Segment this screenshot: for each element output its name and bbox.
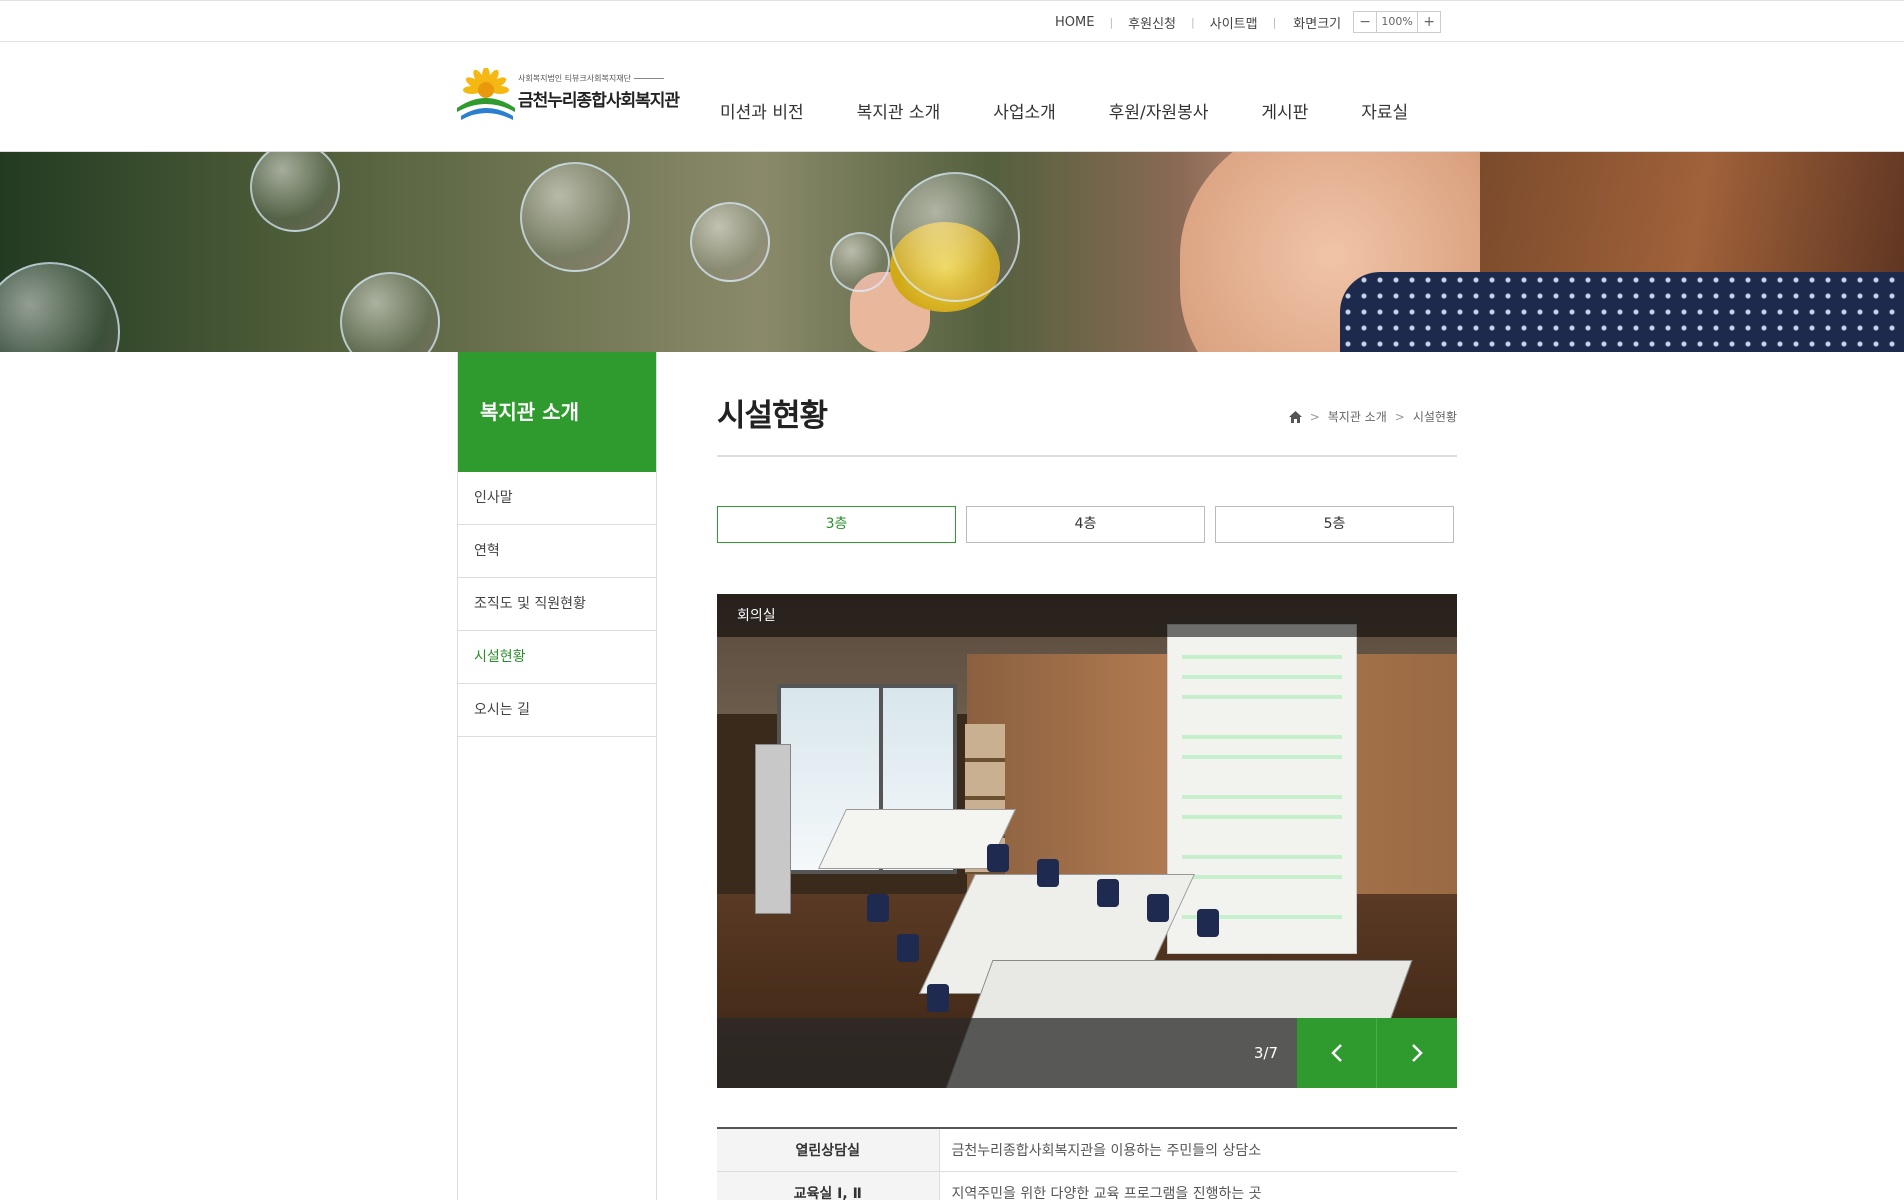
photo-chair xyxy=(927,984,949,1012)
utility-bar: HOME | 후원신청 | 사이트맵 | 화면크기 − 100% + xyxy=(0,0,1904,42)
banner-coat xyxy=(1340,272,1904,352)
photo-air-conditioner xyxy=(755,744,791,914)
breadcrumb: > 복지관 소개 > 시설현황 xyxy=(1288,408,1457,425)
nav-item-board[interactable]: 게시판 xyxy=(1261,98,1308,123)
hero-banner-image xyxy=(0,152,1904,352)
chevron-left-icon xyxy=(1330,1044,1342,1062)
gallery-controls: 3/7 xyxy=(717,1018,1457,1088)
facility-gallery: 회의실 3/7 xyxy=(717,594,1457,1088)
utility-links: HOME | 후원신청 | 사이트맵 | 화면크기 − 100% + xyxy=(1040,11,1442,33)
tab-floor-4[interactable]: 4층 xyxy=(966,506,1205,543)
breadcrumb-separator: > xyxy=(1309,409,1320,424)
photo-chair xyxy=(1037,859,1059,887)
sub-nav-item-organization[interactable]: 조직도 및 직원현황 xyxy=(458,578,656,631)
sub-nav-item-facilities[interactable]: 시설현황 xyxy=(458,631,656,684)
room-description: 지역주민을 위한 다양한 교육 프로그램을 진행하는 곳 xyxy=(939,1171,1457,1200)
bubble xyxy=(250,152,340,232)
photo-chair xyxy=(897,934,919,962)
photo-chair xyxy=(987,844,1009,872)
breadcrumb-current: 시설현황 xyxy=(1412,410,1457,424)
tab-floor-5[interactable]: 5층 xyxy=(1215,506,1454,543)
nav-item-archive[interactable]: 자료실 xyxy=(1361,98,1408,123)
bubble xyxy=(690,202,770,282)
gallery-counter: 3/7 xyxy=(1253,1044,1278,1062)
photo-chair xyxy=(1097,879,1119,907)
zoom-control: − 100% + xyxy=(1353,11,1442,33)
bubble xyxy=(890,172,1020,302)
sub-nav-item-greeting[interactable]: 인사말 xyxy=(458,472,656,525)
bubble xyxy=(830,232,890,292)
bubble xyxy=(0,262,120,352)
floor-tabs: 3층 4층 5층 xyxy=(717,506,1464,543)
donate-link[interactable]: 후원신청 xyxy=(1113,13,1191,32)
nav-item-mission[interactable]: 미션과 비전 xyxy=(720,98,804,123)
zoom-label: 화면크기 xyxy=(1293,16,1342,32)
site-logo[interactable]: 사회복지법인 티뷰크사회복지재단 금천누리종합사회복지관 xyxy=(455,67,680,126)
photo-chair xyxy=(1197,909,1219,937)
room-description: 금천누리종합사회복지관을 이용하는 주민들의 상담소 xyxy=(939,1128,1457,1172)
room-name: 열린상담실 xyxy=(717,1128,940,1172)
photo-chair xyxy=(867,894,889,922)
breadcrumb-about[interactable]: 복지관 소개 xyxy=(1328,408,1387,425)
gallery-caption-bar: 회의실 xyxy=(717,594,1457,637)
logo-name: 금천누리종합사회복지관 xyxy=(518,91,680,111)
room-name: 교육실 Ⅰ, Ⅱ xyxy=(717,1171,940,1200)
sub-nav-item-directions[interactable]: 오시는 길 xyxy=(458,684,656,737)
nav-item-programs[interactable]: 사업소개 xyxy=(993,98,1056,123)
home-link[interactable]: HOME xyxy=(1040,15,1109,30)
sub-nav: 복지관 소개 인사말 연혁 조직도 및 직원현황 시설현황 오시는 길 xyxy=(457,352,657,1200)
sitemap-link[interactable]: 사이트맵 xyxy=(1195,13,1273,32)
site-header: 사회복지법인 티뷰크사회복지재단 금천누리종합사회복지관 미션과 비전 복지관 … xyxy=(0,42,1904,152)
zoom-value: 100% xyxy=(1376,12,1419,32)
page-title: 시설현황 xyxy=(717,398,828,434)
chevron-right-icon xyxy=(1412,1044,1423,1062)
gallery-next-button[interactable] xyxy=(1377,1018,1457,1088)
sub-nav-title: 복지관 소개 xyxy=(458,352,656,472)
bubble xyxy=(520,162,630,272)
photo-chair xyxy=(1147,894,1169,922)
nav-item-volunteer[interactable]: 후원/자원봉사 xyxy=(1109,98,1209,123)
bubble xyxy=(340,272,440,352)
sunflower-logo-icon xyxy=(457,67,515,120)
breadcrumb-separator: > xyxy=(1394,409,1405,424)
table-row: 열린상담실 금천누리종합사회복지관을 이용하는 주민들의 상담소 xyxy=(717,1128,1457,1172)
title-divider xyxy=(717,455,1457,457)
zoom-in-button[interactable]: + xyxy=(1418,12,1440,32)
nav-item-about[interactable]: 복지관 소개 xyxy=(857,98,941,123)
logo-subtitle: 사회복지법인 티뷰크사회복지재단 xyxy=(518,73,664,84)
room-info-table: 열린상담실 금천누리종합사회복지관을 이용하는 주민들의 상담소 교육실 Ⅰ, … xyxy=(717,1127,1457,1200)
main-nav: 미션과 비전 복지관 소개 사업소개 후원/자원봉사 게시판 자료실 xyxy=(720,98,1408,123)
table-row: 교육실 Ⅰ, Ⅱ 지역주민을 위한 다양한 교육 프로그램을 진행하는 곳 xyxy=(717,1171,1457,1200)
sub-nav-item-history[interactable]: 연혁 xyxy=(458,525,656,578)
photo-poster xyxy=(1167,624,1357,954)
tab-floor-3[interactable]: 3층 xyxy=(717,506,956,543)
zoom-out-button[interactable]: − xyxy=(1354,12,1376,32)
home-icon[interactable] xyxy=(1288,410,1302,423)
gallery-prev-button[interactable] xyxy=(1297,1018,1377,1088)
gallery-caption: 회의실 xyxy=(737,608,776,624)
